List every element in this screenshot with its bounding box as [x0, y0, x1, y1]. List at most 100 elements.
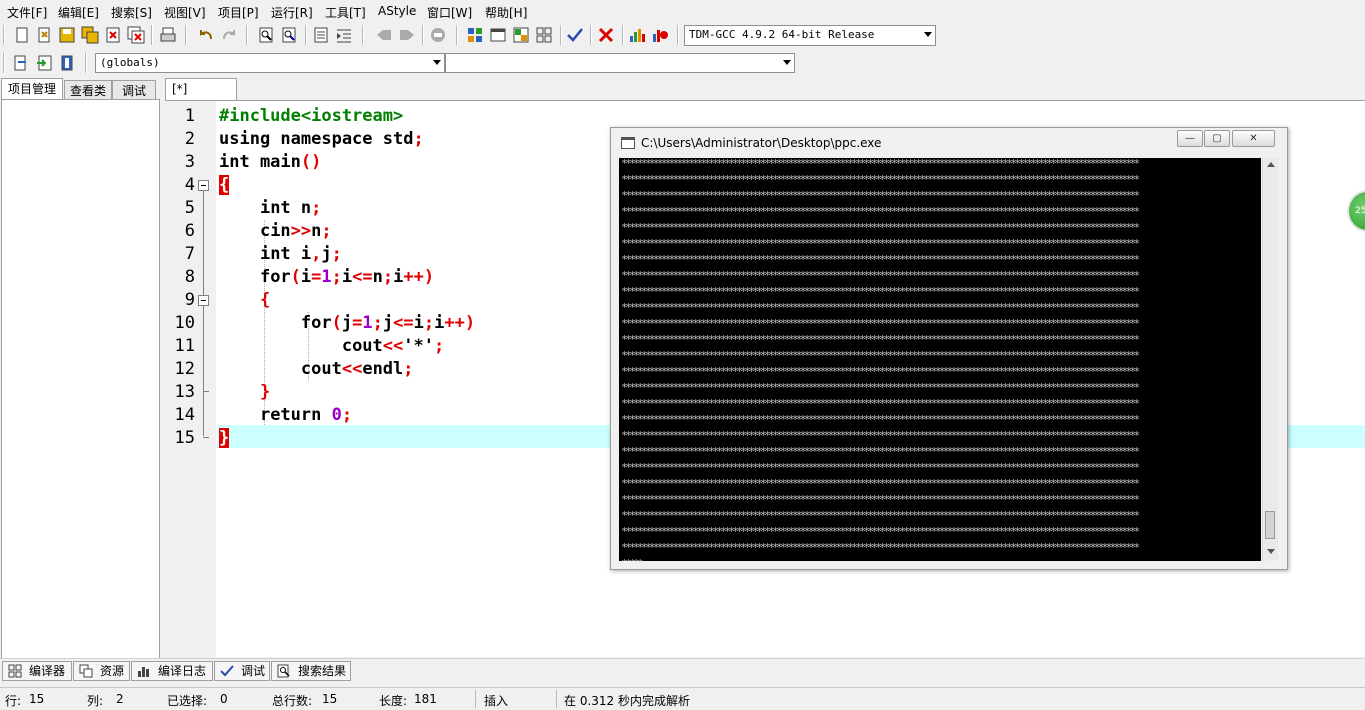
left-panel: 项目管理 查看类 调试: [0, 78, 160, 659]
tab-debug-output[interactable]: 调试: [214, 661, 270, 681]
fold-toggle-icon[interactable]: [198, 295, 209, 306]
status-row-label: 行:: [5, 694, 22, 708]
line-number: 3: [184, 152, 195, 172]
scroll-thumb[interactable]: [1265, 511, 1275, 539]
console-line: ****************************************…: [621, 237, 1140, 250]
console-line: ****************************************…: [621, 509, 1140, 522]
next-bookmark-icon[interactable]: [398, 26, 416, 44]
menu-file[interactable]: 文件[F]: [7, 4, 47, 21]
console-scrollbar[interactable]: [1262, 158, 1278, 561]
new-file-icon[interactable]: [13, 26, 31, 44]
rebuild-icon[interactable]: [535, 26, 553, 44]
maximize-button[interactable]: ▢: [1204, 130, 1230, 147]
scroll-down-icon[interactable]: [1267, 549, 1275, 554]
toolbar-separator: [151, 25, 153, 45]
goto-bookmark-icon[interactable]: [58, 54, 76, 72]
code-line: cin>>n;: [259, 221, 332, 241]
line-number: 2: [184, 129, 195, 149]
line-number: 1: [184, 106, 195, 126]
replace-icon[interactable]: [280, 26, 298, 44]
close-file-icon[interactable]: [104, 26, 122, 44]
console-window[interactable]: C:\Users\Administrator\Desktop\ppc.exe —…: [610, 127, 1288, 570]
tab-search-results[interactable]: 搜索结果: [271, 661, 351, 681]
status-total-label: 总行数:: [272, 694, 313, 708]
save-all-icon[interactable]: [81, 26, 99, 44]
toggle-comment-icon[interactable]: [429, 26, 447, 44]
undo-icon[interactable]: [197, 26, 215, 44]
status-insert-mode: 插入: [484, 694, 509, 708]
console-line: ****************************************…: [621, 541, 1140, 554]
menu-run[interactable]: 运行[R]: [271, 4, 313, 21]
redo-icon[interactable]: [220, 26, 238, 44]
compile-run-icon[interactable]: [512, 26, 530, 44]
close-all-icon[interactable]: [127, 26, 145, 44]
fold-end: [203, 437, 209, 438]
find-icon[interactable]: [257, 26, 275, 44]
line-number: 5: [184, 198, 195, 218]
code-line: {: [259, 290, 271, 310]
goto-line-icon[interactable]: [312, 26, 330, 44]
tab-ppc-cpp[interactable]: [*] ppc.cpp: [165, 78, 237, 116]
console-line: ****************************************…: [621, 493, 1140, 506]
syntax-check-icon[interactable]: [566, 26, 584, 44]
code-line: return 0;: [259, 405, 353, 425]
toggle-bookmark-icon[interactable]: [35, 54, 53, 72]
prev-bookmark-icon[interactable]: [375, 26, 393, 44]
resources-icon: [79, 664, 93, 678]
indent-icon[interactable]: [335, 26, 353, 44]
code-line: }: [219, 428, 230, 448]
toolbar-separator: [362, 25, 364, 45]
menu-edit[interactable]: 编辑[E]: [58, 4, 99, 21]
delete-profile-icon[interactable]: [651, 26, 669, 44]
profile-icon[interactable]: [628, 26, 646, 44]
status-col-label: 列:: [87, 694, 104, 708]
insert-icon[interactable]: [12, 54, 30, 72]
tab-resources-label: 资源: [100, 664, 125, 678]
menu-project[interactable]: 项目[P]: [218, 4, 259, 21]
status-total-value: 15: [322, 692, 338, 706]
compile-log-icon: [138, 667, 149, 677]
status-bar: 行: 15 列: 2 已选择: 0 总行数: 15 长度: 181 插入 在 0…: [0, 687, 1365, 710]
menu-view[interactable]: 视图[V]: [164, 4, 206, 21]
scope-select[interactable]: (globals): [95, 53, 445, 73]
menu-tools[interactable]: 工具[T]: [325, 4, 366, 21]
console-line: ****************************************…: [621, 477, 1140, 490]
console-output[interactable]: ****************************************…: [619, 158, 1261, 561]
code-line: cout<<'*';: [341, 336, 445, 356]
code-line: using namespace std;: [219, 129, 424, 149]
chevron-down-icon: [924, 32, 932, 37]
menu-help[interactable]: 帮助[H]: [485, 4, 527, 21]
line-number: 14: [174, 405, 195, 425]
stop-execution-icon[interactable]: [597, 26, 615, 44]
open-file-icon[interactable]: [35, 26, 53, 44]
console-line: ****************************************…: [621, 397, 1140, 410]
tab-debug[interactable]: 调试: [112, 80, 156, 100]
line-number: 6: [184, 221, 195, 241]
line-number: 8: [184, 267, 195, 287]
compile-icon[interactable]: [466, 26, 484, 44]
console-line: ****************************************…: [621, 461, 1140, 474]
run-icon[interactable]: [489, 26, 507, 44]
tab-resources[interactable]: 资源: [73, 661, 130, 681]
save-icon[interactable]: [58, 26, 76, 44]
print-icon[interactable]: [159, 26, 177, 44]
project-tree[interactable]: [1, 99, 160, 659]
minimize-button[interactable]: —: [1177, 130, 1203, 147]
menu-astyle[interactable]: AStyle: [378, 4, 416, 18]
tab-compile-log[interactable]: 编译日志: [131, 661, 213, 681]
scroll-up-icon[interactable]: [1267, 162, 1275, 167]
menu-search[interactable]: 搜索[S]: [111, 4, 152, 21]
close-button[interactable]: ✕: [1232, 130, 1275, 147]
symbol-select[interactable]: [445, 53, 795, 73]
console-line: ****************************************…: [621, 301, 1140, 314]
compiler-select[interactable]: TDM-GCC 4.9.2 64-bit Release: [684, 25, 936, 46]
status-length-value: 181: [414, 692, 437, 706]
console-line: ****************************************…: [621, 429, 1140, 442]
toolbar-separator: [622, 25, 624, 45]
console-line: ****************************************…: [621, 349, 1140, 362]
tab-compiler[interactable]: 编译器: [2, 661, 72, 681]
tab-class-browser[interactable]: 查看类: [64, 80, 112, 100]
fold-toggle-icon[interactable]: [198, 180, 209, 191]
menu-window[interactable]: 窗口[W]: [427, 4, 472, 21]
tab-project-manager[interactable]: 项目管理: [1, 78, 63, 100]
